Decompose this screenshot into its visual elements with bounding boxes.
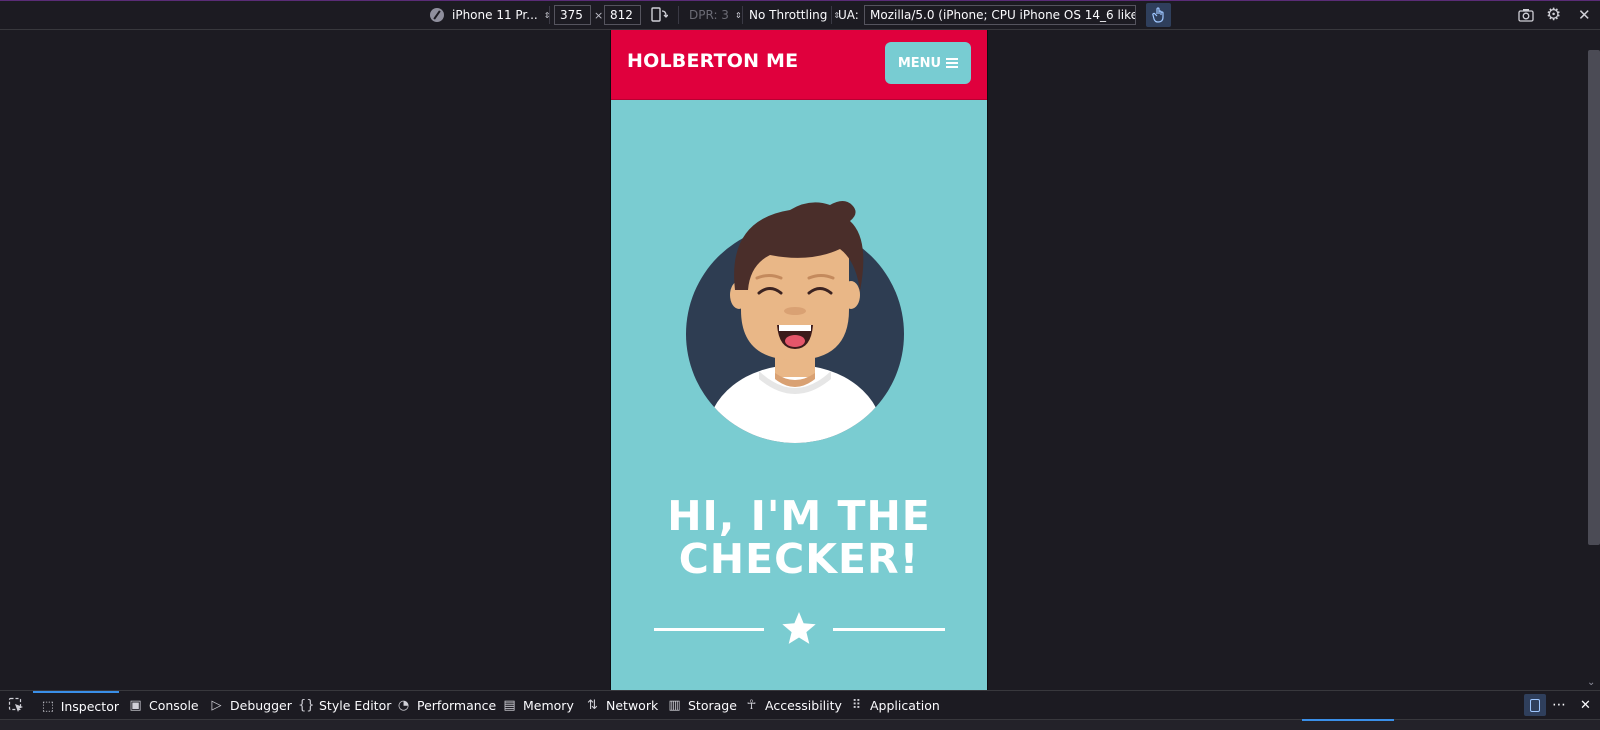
hero-title: HI, I'M THE CHECKER! xyxy=(611,495,987,581)
device-name: iPhone 11 Pr... xyxy=(452,8,538,22)
viewport-scrollbar[interactable]: ⌄ xyxy=(1584,30,1600,690)
screenshot-button[interactable] xyxy=(1518,0,1534,30)
divider-line-left xyxy=(654,628,764,631)
active-sidebar-tab-indicator xyxy=(1302,719,1394,721)
element-picker-button[interactable] xyxy=(8,691,24,719)
ua-label: UA: xyxy=(838,8,859,22)
tab-label: Memory xyxy=(523,697,574,713)
hero-title-line2: CHECKER! xyxy=(678,535,920,583)
devtools-panel: ⬚ Inspector ▣ Console ▷ Debugger {} Styl… xyxy=(0,690,1600,730)
tab-inspector[interactable]: ⬚ Inspector xyxy=(33,691,119,719)
tab-debugger[interactable]: ▷ Debugger xyxy=(209,691,292,719)
performance-icon: ◔ xyxy=(397,697,410,713)
tab-label: Style Editor xyxy=(319,697,392,713)
toggle-rdm-button[interactable] xyxy=(1524,694,1546,716)
site-brand[interactable]: HOLBERTON ME xyxy=(627,50,798,72)
inspector-icon: ⬚ xyxy=(41,698,54,714)
device-viewport: HOLBERTON ME MENU HI, I'M THE CHECKER! xyxy=(610,30,988,690)
tab-accessibility[interactable]: ☥ Accessibility xyxy=(744,691,842,719)
tab-application[interactable]: ⠿ Application xyxy=(849,691,940,719)
compass-icon xyxy=(430,8,444,22)
tab-label: Performance xyxy=(417,697,497,713)
tab-console[interactable]: ▣ Console xyxy=(128,691,199,719)
throttling-label: No Throttling xyxy=(749,8,828,22)
tab-label: Debugger xyxy=(230,697,292,713)
menu-button[interactable]: MENU xyxy=(885,42,971,84)
divider xyxy=(678,6,679,24)
storage-icon: ▥ xyxy=(668,697,681,713)
scrollbar-thumb[interactable] xyxy=(1588,50,1600,545)
dpr-label: DPR: 3 xyxy=(689,8,729,22)
style-editor-icon: {} xyxy=(298,697,315,713)
tab-style-editor[interactable]: {} Style Editor xyxy=(298,691,391,719)
network-icon: ⇅ xyxy=(587,697,598,713)
divider xyxy=(742,6,743,24)
tab-label: Storage xyxy=(688,697,737,713)
divider-line-right xyxy=(833,628,945,631)
user-agent-input[interactable]: Mozilla/5.0 (iPhone; CPU iPhone OS 14_6 … xyxy=(864,5,1136,25)
rotate-device-icon xyxy=(651,7,668,22)
tab-label: Console xyxy=(149,697,199,713)
settings-gear-icon[interactable]: ⚙ xyxy=(1546,0,1561,30)
close-rdm-icon[interactable]: ✕ xyxy=(1578,0,1591,30)
viewport-height-input[interactable]: 812 xyxy=(604,5,641,25)
device-selector[interactable]: iPhone 11 Pr... ⇕ xyxy=(430,0,550,30)
dimension-separator: × xyxy=(594,8,604,22)
dpr-selector[interactable]: DPR: 3 ⇕ xyxy=(689,0,742,30)
tab-label: Accessibility xyxy=(765,697,842,713)
element-picker-icon xyxy=(8,697,23,712)
site-header: HOLBERTON ME MENU xyxy=(611,30,987,100)
more-options-icon[interactable]: ⋯ xyxy=(1552,691,1566,719)
tab-network[interactable]: ⇅ Network xyxy=(585,691,658,719)
star-icon xyxy=(782,612,816,644)
scroll-down-arrow-icon[interactable]: ⌄ xyxy=(1587,677,1595,688)
touch-hand-icon xyxy=(1151,7,1164,23)
console-icon: ▣ xyxy=(129,697,142,713)
avatar-illustration xyxy=(686,201,904,443)
tab-performance[interactable]: ◔ Performance xyxy=(396,691,496,719)
hamburger-icon xyxy=(946,58,959,68)
hero-title-line1: HI, I'M THE xyxy=(667,492,931,540)
menu-button-label: MENU xyxy=(897,55,942,71)
tab-label: Inspector xyxy=(60,698,119,714)
divider xyxy=(831,6,832,24)
memory-icon: ▤ xyxy=(503,697,516,713)
responsive-design-toolbar: iPhone 11 Pr... ⇕ 375 × 812 DPR: 3 ⇕ No … xyxy=(0,0,1600,30)
tab-storage[interactable]: ▥ Storage xyxy=(667,691,737,719)
updown-caret-icon: ⇕ xyxy=(734,10,742,20)
close-devtools-icon[interactable]: ✕ xyxy=(1580,691,1591,719)
tab-memory[interactable]: ▤ Memory xyxy=(502,691,574,719)
responsive-mode-icon xyxy=(1530,698,1540,712)
accessibility-icon: ☥ xyxy=(746,697,757,713)
touch-simulation-button[interactable] xyxy=(1146,3,1171,27)
throttling-selector[interactable]: No Throttling ⇕ xyxy=(749,0,840,30)
debugger-icon: ▷ xyxy=(211,697,222,713)
viewport-width-input[interactable]: 375 xyxy=(554,5,591,25)
tab-label: Application xyxy=(870,697,940,713)
application-icon: ⠿ xyxy=(851,697,862,713)
rotate-button[interactable] xyxy=(650,0,668,30)
camera-icon xyxy=(1518,9,1534,22)
divider xyxy=(549,6,550,24)
tab-label: Network xyxy=(606,697,659,713)
devtools-subbar xyxy=(0,719,1600,730)
